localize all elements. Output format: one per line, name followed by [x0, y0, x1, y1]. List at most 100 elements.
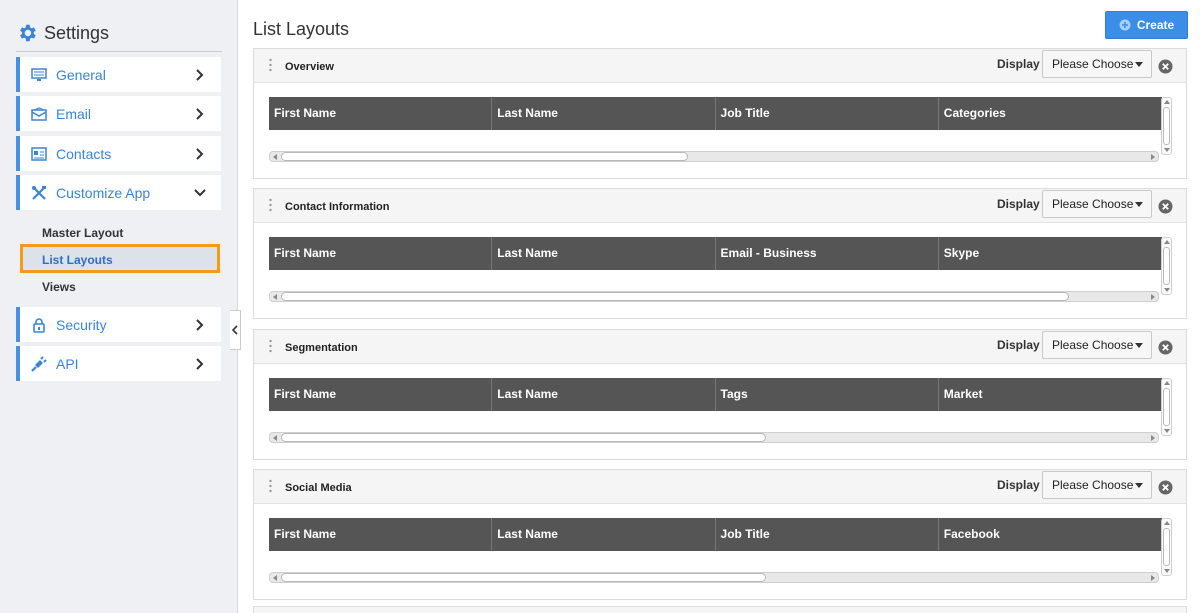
display-select[interactable]: Please Choose — [1042, 190, 1152, 218]
sidebar-collapse-toggle[interactable] — [230, 310, 241, 350]
scroll-thumb[interactable] — [281, 152, 688, 161]
display-select-value: Please Choose — [1052, 478, 1134, 492]
scroll-thumb[interactable] — [281, 292, 1069, 301]
horizontal-scrollbar[interactable] — [269, 432, 1159, 443]
drag-handle-icon[interactable] — [269, 339, 272, 353]
sidebar-item-security[interactable]: Security — [16, 307, 221, 342]
arrow-up-icon[interactable] — [1164, 240, 1170, 244]
arrow-down-icon[interactable] — [1164, 429, 1170, 433]
sidebar-item-email[interactable]: Email — [16, 96, 221, 131]
arrow-left-icon[interactable] — [273, 154, 277, 160]
panel-title: Overview — [285, 61, 334, 73]
arrow-down-icon[interactable] — [1164, 148, 1170, 152]
column-header[interactable]: Tags — [716, 378, 939, 411]
column-header[interactable]: Job Title — [716, 97, 939, 130]
column-header[interactable]: First Name — [269, 97, 493, 130]
vertical-scrollbar[interactable] — [1161, 97, 1172, 155]
panel-title: Segmentation — [285, 342, 358, 354]
arrow-up-icon[interactable] — [1164, 521, 1170, 525]
arrow-right-icon[interactable] — [1151, 435, 1155, 441]
display-label: Display — [997, 197, 1040, 211]
column-header[interactable]: Facebook — [939, 518, 1162, 551]
plus-circle-icon — [1119, 19, 1131, 31]
column-header[interactable]: Email - Business — [716, 237, 939, 270]
arrow-left-icon[interactable] — [273, 575, 277, 581]
sub-item-list-layouts[interactable]: List Layouts — [20, 244, 220, 273]
column-header[interactable]: Categories — [939, 97, 1162, 130]
horizontal-scrollbar[interactable] — [269, 151, 1159, 162]
monitor-icon — [30, 67, 48, 83]
horizontal-scrollbar[interactable] — [269, 572, 1159, 583]
caret-down-icon — [1135, 62, 1143, 67]
arrow-down-icon[interactable] — [1164, 288, 1170, 292]
column-header[interactable]: Job Title — [716, 518, 939, 551]
settings-title: Settings — [16, 20, 222, 52]
panel-partial — [253, 606, 1187, 613]
arrow-left-icon[interactable] — [273, 435, 277, 441]
display-select-value: Please Choose — [1052, 57, 1134, 71]
scroll-thumb[interactable] — [1163, 528, 1170, 566]
panel-header: Contact Information Display Please Choos… — [254, 189, 1186, 223]
create-button[interactable]: Create — [1105, 11, 1188, 39]
plug-icon — [30, 355, 48, 372]
display-select-value: Please Choose — [1052, 197, 1134, 211]
column-header[interactable]: First Name — [269, 378, 493, 411]
arrow-up-icon[interactable] — [1164, 381, 1170, 385]
sub-item-master-layout[interactable]: Master Layout — [42, 226, 123, 240]
lock-icon — [30, 317, 48, 333]
scroll-thumb[interactable] — [281, 433, 766, 442]
column-header[interactable]: First Name — [269, 237, 493, 270]
scroll-thumb[interactable] — [281, 573, 766, 582]
tools-icon — [30, 185, 48, 201]
drag-handle-icon[interactable] — [269, 479, 272, 493]
sidebar-item-api[interactable]: API — [16, 346, 221, 381]
vertical-scrollbar[interactable] — [1161, 237, 1172, 295]
display-select[interactable]: Please Choose — [1042, 50, 1152, 78]
list-layout-panel: Social Media Display Please Choose First… — [253, 469, 1187, 600]
sidebar-item-contacts[interactable]: Contacts — [16, 136, 221, 171]
list-layout-panel: Segmentation Display Please Choose First… — [253, 329, 1187, 460]
column-header[interactable]: Last Name — [492, 237, 716, 270]
arrow-up-icon[interactable] — [1164, 100, 1170, 104]
close-circle-icon[interactable] — [1158, 199, 1173, 214]
display-select[interactable]: Please Choose — [1042, 331, 1152, 359]
column-header[interactable]: First Name — [269, 518, 493, 551]
display-label: Display — [997, 338, 1040, 352]
column-header[interactable]: Last Name — [492, 518, 716, 551]
envelope-icon — [30, 106, 48, 122]
sidebar-item-general[interactable]: General — [16, 57, 221, 92]
arrow-left-icon[interactable] — [273, 294, 277, 300]
column-header[interactable]: Market — [939, 378, 1162, 411]
scroll-thumb[interactable] — [1163, 247, 1170, 285]
caret-down-icon — [1135, 343, 1143, 348]
close-circle-icon[interactable] — [1158, 59, 1173, 74]
caret-down-icon — [1135, 483, 1143, 488]
scroll-thumb[interactable] — [1163, 107, 1170, 145]
create-button-label: Create — [1136, 18, 1175, 32]
sidebar-item-label: API — [56, 355, 79, 372]
column-header[interactable]: Last Name — [492, 378, 716, 411]
sub-item-views[interactable]: Views — [42, 280, 76, 294]
arrow-right-icon[interactable] — [1151, 575, 1155, 581]
horizontal-scrollbar[interactable] — [269, 291, 1159, 302]
display-label: Display — [997, 478, 1040, 492]
vertical-scrollbar[interactable] — [1161, 378, 1172, 436]
drag-handle-icon[interactable] — [269, 58, 272, 72]
scroll-thumb[interactable] — [1163, 388, 1170, 426]
sub-item-label: List Layouts — [42, 253, 113, 267]
sidebar-item-label: Customize App — [56, 184, 151, 201]
arrow-right-icon[interactable] — [1151, 294, 1155, 300]
arrow-down-icon[interactable] — [1164, 569, 1170, 573]
sidebar: Settings General Email Contacts Customiz… — [0, 0, 238, 613]
sidebar-item-label: Contacts — [56, 145, 112, 162]
arrow-right-icon[interactable] — [1151, 154, 1155, 160]
display-select[interactable]: Please Choose — [1042, 471, 1152, 499]
drag-handle-icon[interactable] — [269, 198, 272, 212]
close-circle-icon[interactable] — [1158, 480, 1173, 495]
close-circle-icon[interactable] — [1158, 340, 1173, 355]
vertical-scrollbar[interactable] — [1161, 518, 1172, 576]
sidebar-item-customize-app[interactable]: Customize App — [16, 175, 221, 210]
gear-icon — [20, 24, 36, 42]
column-header[interactable]: Last Name — [492, 97, 716, 130]
column-header[interactable]: Skype — [939, 237, 1162, 270]
